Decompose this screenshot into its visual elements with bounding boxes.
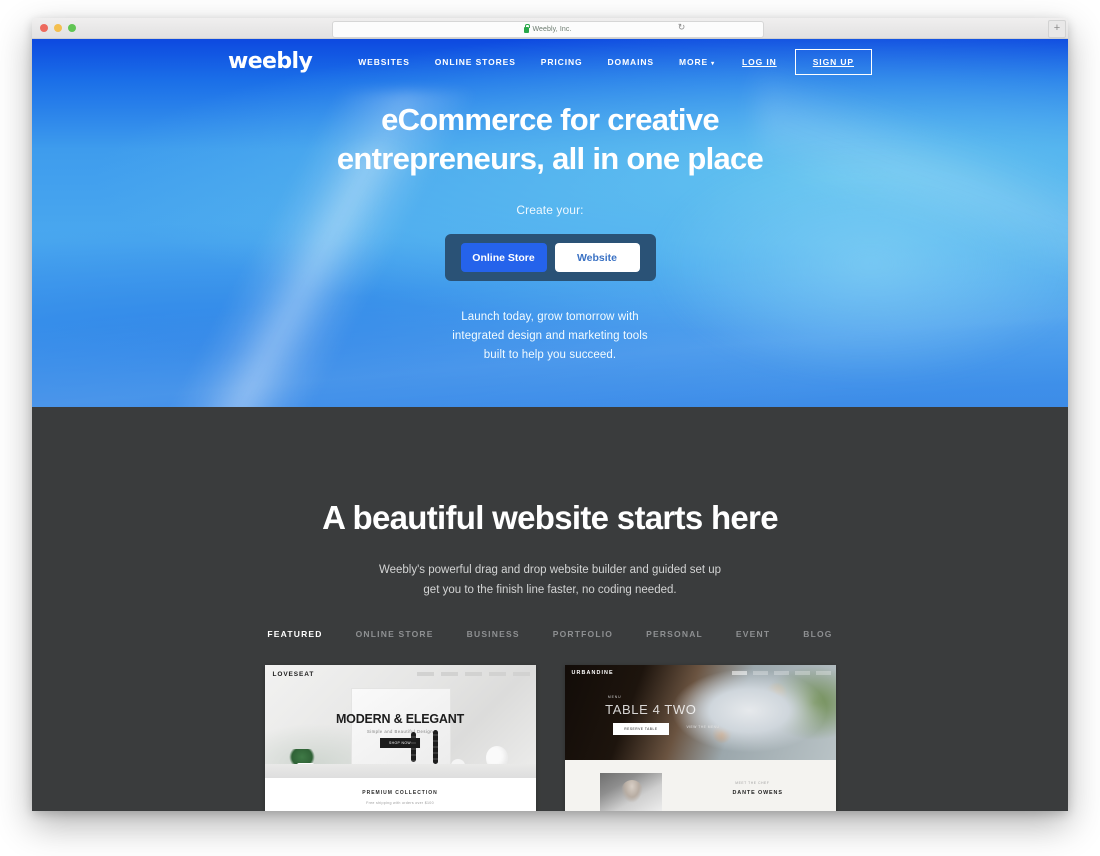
template-footer-heading: PREMIUM COLLECTION [362,790,438,796]
login-link[interactable]: LOG IN [742,57,777,67]
template-card-grid: LOVESEAT MODERN & ELEGANT Simple and Bea… [32,665,1068,811]
category-tabs: FEATURED ONLINE STORE BUSINESS PORTFOLIO… [32,629,1068,639]
template-preview-footer: MEET THE CHEF DANTE OWENS [564,760,836,811]
new-tab-button[interactable]: + [1048,20,1066,38]
hero-section: weebly WEBSITES ONLINE STORES PRICING DO… [32,39,1068,407]
tab-online-store[interactable]: ONLINE STORE [356,629,434,639]
create-type-switch: Online Store Website [444,234,656,281]
template-preview-footer: PREMIUM COLLECTION Free shipping with or… [264,778,536,811]
close-window-button[interactable] [40,24,48,32]
tab-portfolio[interactable]: PORTFOLIO [553,629,613,639]
nav-item-more-label: MORE [678,56,709,67]
address-bar[interactable]: Weebly, Inc. [332,21,764,38]
tab-business[interactable]: BUSINESS [467,629,520,639]
template-brand: URBANDINE [571,670,614,676]
template-footer-name: DANTE OWENS [732,789,783,796]
nav-item-pricing[interactable]: PRICING [541,57,583,67]
chevron-down-icon: ▾ [711,60,715,67]
decor-candlestick [411,732,417,763]
main-navigation: weebly WEBSITES ONLINE STORES PRICING DO… [32,39,1068,84]
weebly-logo[interactable]: weebly [228,49,313,74]
decor-shelf [264,764,536,778]
tab-featured[interactable]: FEATURED [267,629,322,639]
website-button[interactable]: Website [554,243,640,272]
page-viewport: weebly WEBSITES ONLINE STORES PRICING DO… [32,39,1068,811]
nav-item-websites[interactable]: WEBSITES [358,57,410,67]
template-preview-hero: URBANDINE MENU TABLE 4 TWO RESERVE TABLE… [564,665,836,760]
browser-titlebar: Weebly, Inc. ↻ + [32,18,1068,39]
hero-subtext: Launch today, grow tomorrow with integra… [32,308,1068,365]
template-hero-tagline: Simple and Beautiful Design [366,729,434,735]
address-bar-host: Weebly, Inc. [532,26,572,33]
reload-icon[interactable]: ↻ [677,23,686,32]
template-nav-placeholder [731,671,831,675]
nav-links: WEBSITES ONLINE STORES PRICING DOMAINS M… [358,57,715,67]
window-controls[interactable] [40,24,76,32]
showcase-heading: A beautiful website starts here [322,499,778,536]
template-card[interactable]: URBANDINE MENU TABLE 4 TWO RESERVE TABLE… [564,665,836,811]
showcase-subtext-line2: get you to the finish line faster, no co… [423,584,677,596]
template-hero-cta: RESERVE TABLE [613,722,669,735]
browser-window: Weebly, Inc. ↻ + weebly WEBSITES ONLINE … [32,18,1068,811]
hero-headline-line1: eCommerce for creative [381,102,720,137]
tab-event[interactable]: EVENT [736,629,770,639]
online-store-button[interactable]: Online Store [460,243,547,272]
nav-item-domains[interactable]: DOMAINS [608,57,654,67]
hero-subtext-line3: built to help you succeed. [483,349,617,361]
template-preview-hero: LOVESEAT MODERN & ELEGANT Simple and Bea… [264,665,536,778]
template-brand: LOVESEAT [272,671,315,678]
hero-subtext-line1: Launch today, grow tomorrow with [461,311,639,323]
lock-icon [524,23,531,33]
zoom-window-button[interactable] [68,24,76,32]
nav-account-actions: LOG IN SIGN UP [742,48,872,75]
template-hero-title: TABLE 4 TWO [605,702,697,718]
nav-item-online-stores[interactable]: ONLINE STORES [435,57,516,67]
tab-blog[interactable]: BLOG [803,629,832,639]
showcase-subtext: Weebly's powerful drag and drop website … [32,560,1068,600]
nav-item-more[interactable]: MORE ▾ [679,57,715,67]
template-chef-photo [599,772,662,811]
create-your-label: Create your: [516,203,584,217]
template-footer-text: Free shipping with orders over $100 [366,801,434,805]
page-root: Weebly, Inc. ↻ + weebly WEBSITES ONLINE … [0,0,1100,856]
template-footer-kicker: MEET THE CHEF [735,780,770,785]
template-nav-placeholder [416,672,530,676]
template-hero-link: VIEW THE MENU [686,724,720,729]
hero-headline: eCommerce for creative entrepreneurs, al… [32,104,1068,174]
hero-headline-line2: entrepreneurs, all in one place [336,141,764,176]
hero-subtext-line2: integrated design and marketing tools [452,330,648,342]
template-hero-kicker: MENU [607,695,622,700]
hero-content: eCommerce for creative entrepreneurs, al… [32,84,1068,365]
template-card[interactable]: LOVESEAT MODERN & ELEGANT Simple and Bea… [264,665,536,811]
template-hero-title: MODERN & ELEGANT [335,712,465,727]
minimize-window-button[interactable] [54,24,62,32]
signup-button[interactable]: SIGN UP [794,48,872,75]
showcase-section: A beautiful website starts here Weebly's… [32,407,1068,811]
tab-personal[interactable]: PERSONAL [646,629,703,639]
decor-candlestick [432,730,438,765]
showcase-subtext-line1: Weebly's powerful drag and drop website … [378,564,722,576]
